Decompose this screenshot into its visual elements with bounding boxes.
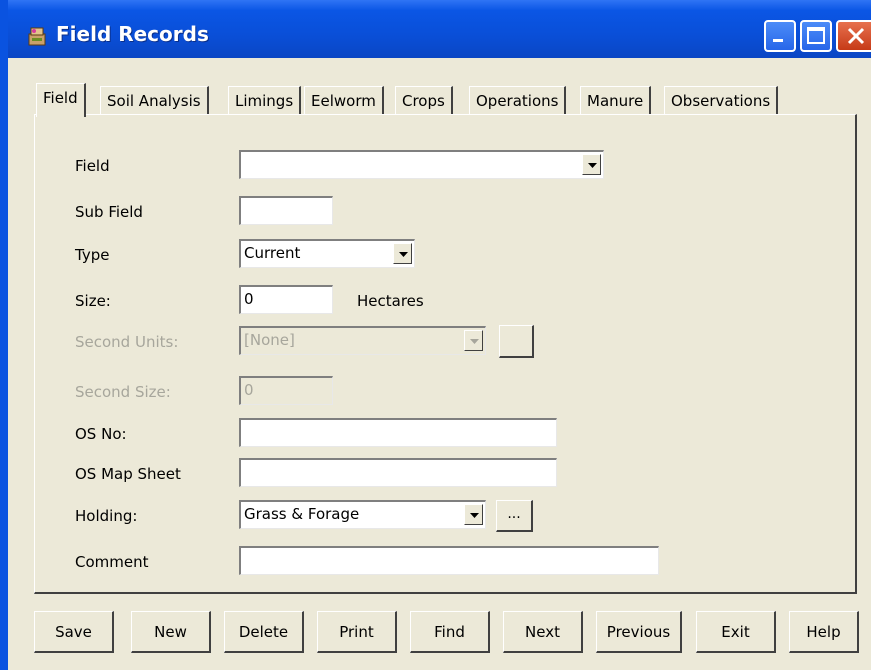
close-button[interactable] <box>836 20 871 52</box>
second-units-value: [None] <box>244 331 295 349</box>
tab-soil-analysis[interactable]: Soil Analysis <box>100 86 209 116</box>
os-map-sheet-label: OS Map Sheet <box>75 465 181 483</box>
action-button-bar: Save New Delete Print Find Next Previous… <box>34 611 864 653</box>
previous-button[interactable]: Previous <box>596 611 682 653</box>
type-select[interactable]: Current <box>239 239 415 268</box>
second-units-select[interactable]: [None] <box>239 326 486 355</box>
print-button[interactable]: Print <box>317 611 397 653</box>
maximize-icon <box>807 27 825 44</box>
holding-select[interactable]: Grass & Forage <box>239 500 486 529</box>
type-value: Current <box>244 244 301 262</box>
app-icon[interactable] <box>26 25 48 47</box>
size-label: Size: <box>75 292 111 310</box>
second-units-label: Second Units: <box>75 333 179 351</box>
chevron-down-icon <box>470 513 479 518</box>
os-no-label: OS No: <box>75 425 127 443</box>
window-title: Field Records <box>56 22 209 46</box>
holding-browse-button[interactable]: ... <box>496 500 533 532</box>
delete-button[interactable]: Delete <box>224 611 304 653</box>
comment-label: Comment <box>75 553 149 571</box>
comment-input[interactable] <box>239 546 659 575</box>
holding-dropdown-button[interactable] <box>464 504 483 525</box>
holding-value: Grass & Forage <box>244 505 360 523</box>
os-no-input[interactable] <box>239 418 557 447</box>
close-icon <box>847 27 865 45</box>
type-label: Type <box>75 246 110 264</box>
tab-manure[interactable]: Manure <box>580 86 652 116</box>
holding-label: Holding: <box>75 507 138 525</box>
tab-eelworm[interactable]: Eelworm <box>304 86 384 116</box>
second-size-input[interactable]: 0 <box>239 376 333 405</box>
tab-limings[interactable]: Limings <box>228 86 302 116</box>
second-units-browse-button[interactable] <box>499 325 534 358</box>
field-label: Field <box>75 157 110 175</box>
tab-field[interactable]: Field <box>36 83 86 117</box>
type-dropdown-button[interactable] <box>393 243 412 264</box>
os-map-sheet-input[interactable] <box>239 458 557 487</box>
find-button[interactable]: Find <box>410 611 490 653</box>
size-unit-label: Hectares <box>357 292 424 310</box>
size-input[interactable]: 0 <box>239 285 333 314</box>
window-border <box>0 0 8 670</box>
second-size-label: Second Size: <box>75 383 171 401</box>
next-button[interactable]: Next <box>503 611 583 653</box>
maximize-button[interactable] <box>800 20 832 52</box>
tab-operations[interactable]: Operations <box>469 86 567 116</box>
title-bar[interactable]: Field Records <box>0 0 871 670</box>
chevron-down-icon <box>588 163 597 168</box>
tab-crops[interactable]: Crops <box>395 86 453 116</box>
minimize-button[interactable] <box>764 20 796 52</box>
chevron-down-icon <box>470 339 479 344</box>
sub-field-label: Sub Field <box>75 203 143 221</box>
new-button[interactable]: New <box>131 611 211 653</box>
minimize-icon <box>773 39 783 42</box>
second-units-dropdown-button[interactable] <box>464 330 483 351</box>
field-select[interactable] <box>239 150 604 179</box>
field-dropdown-button[interactable] <box>582 154 601 175</box>
save-button[interactable]: Save <box>34 611 114 653</box>
chevron-down-icon <box>399 252 408 257</box>
exit-button[interactable]: Exit <box>696 611 776 653</box>
field-tab-panel: Field Sub Field Type Current Size: 0 Hec… <box>34 114 857 594</box>
sub-field-input[interactable] <box>239 196 333 225</box>
tab-observations[interactable]: Observations <box>664 86 779 116</box>
help-button[interactable]: Help <box>789 611 859 653</box>
field-records-window: Field Records Field Soil Analysis Liming… <box>0 0 871 670</box>
